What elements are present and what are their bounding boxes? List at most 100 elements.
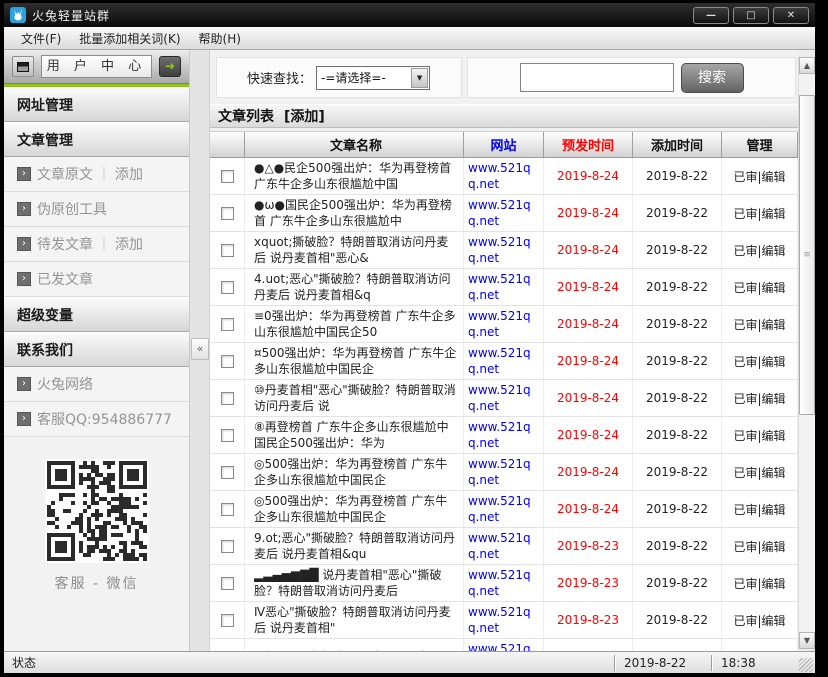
collapse-sidebar-button[interactable]: « bbox=[191, 338, 209, 360]
nav-add-link[interactable]: 添加 bbox=[115, 164, 143, 184]
manage-links[interactable]: 已审|编辑 bbox=[733, 501, 785, 518]
row-checkbox[interactable] bbox=[221, 244, 234, 257]
sidebar-item-huotu-network[interactable]: ›火兔网络 bbox=[4, 367, 189, 402]
site-link[interactable]: www.521qq.net bbox=[468, 641, 539, 651]
maximize-button[interactable]: □ bbox=[733, 7, 769, 24]
row-checkbox[interactable] bbox=[221, 392, 234, 405]
resize-grip[interactable] bbox=[799, 658, 813, 672]
column-header[interactable]: 管理 bbox=[722, 132, 798, 157]
search-input[interactable] bbox=[520, 63, 674, 92]
sidebar-item-service-qq[interactable]: ›客服QQ:954886777 bbox=[4, 402, 189, 437]
pre-publish-time: 2019-8-24 bbox=[557, 428, 619, 442]
sidebar-section-article-management[interactable]: 文章管理 bbox=[4, 122, 189, 157]
site-link[interactable]: www.521qq.net bbox=[468, 419, 539, 451]
pre-publish-time: 2019-8-24 bbox=[557, 206, 619, 220]
manage-links[interactable]: 已审|编辑 bbox=[733, 316, 785, 333]
row-checkbox[interactable] bbox=[221, 540, 234, 553]
row-checkbox[interactable] bbox=[221, 614, 234, 627]
table-header: 文章名称网站预发时间添加时间管理 bbox=[210, 132, 798, 158]
row-checkbox[interactable] bbox=[221, 577, 234, 590]
search-button[interactable]: 搜索 bbox=[681, 63, 744, 93]
column-header[interactable]: 文章名称 bbox=[245, 132, 464, 157]
site-link[interactable]: www.521qq.net bbox=[468, 308, 539, 340]
sidebar-item-pending-articles[interactable]: ›待发文章｜添加 bbox=[4, 227, 189, 262]
pre-publish-time: 2019-8-24 bbox=[557, 391, 619, 405]
manage-links[interactable]: 已审|编辑 bbox=[733, 427, 785, 444]
sidebar-item-published-articles[interactable]: ›已发文章 bbox=[4, 262, 189, 297]
sidebar-section-super-variables[interactable]: 超级变量 bbox=[4, 297, 189, 332]
column-header[interactable]: 预发时间 bbox=[544, 132, 633, 157]
row-checkbox[interactable] bbox=[221, 318, 234, 331]
site-link[interactable]: www.521qq.net bbox=[468, 493, 539, 525]
row-checkbox[interactable] bbox=[221, 466, 234, 479]
manage-links[interactable]: 已审|编辑 bbox=[733, 353, 785, 370]
add-time: 2019-8-22 bbox=[646, 354, 708, 368]
column-header[interactable]: 添加时间 bbox=[633, 132, 722, 157]
menu-help[interactable]: 帮助(H) bbox=[190, 27, 250, 50]
scroll-down-icon[interactable]: ▼ bbox=[799, 632, 815, 649]
quick-find-select[interactable]: -=请选择=- ▼ bbox=[316, 66, 430, 90]
manage-links[interactable]: 已审|编辑 bbox=[733, 538, 785, 555]
site-link[interactable]: www.521qq.net bbox=[468, 234, 539, 266]
add-time: 2019-8-22 bbox=[646, 317, 708, 331]
row-checkbox[interactable] bbox=[221, 429, 234, 442]
sidebar-item-pseudo-original-tool[interactable]: ›伪原创工具 bbox=[4, 192, 189, 227]
manage-links[interactable]: 已审|编辑 bbox=[733, 205, 785, 222]
quick-find-panel: 快速查找： -=请选择=- ▼ bbox=[216, 57, 462, 98]
site-link[interactable]: www.521qq.net bbox=[468, 345, 539, 377]
column-header[interactable]: 网站 bbox=[464, 132, 544, 157]
title-bar[interactable]: 火兔轻量站群 — □ ✕ bbox=[4, 3, 815, 27]
status-time: 18:38 bbox=[713, 656, 799, 670]
table-row: 4.uot;恶心"撕破脸？特朗普取消访问丹麦后 说丹麦首相&q www.521q… bbox=[210, 269, 798, 306]
add-time: 2019-8-22 bbox=[646, 391, 708, 405]
table-row: ◎500强出炉：华为再登榜首 广东牛企多山东很尴尬中国民企 www.521qq.… bbox=[210, 454, 798, 491]
row-checkbox[interactable] bbox=[221, 281, 234, 294]
row-checkbox[interactable] bbox=[221, 207, 234, 220]
manage-links[interactable]: 已审|编辑 bbox=[733, 390, 785, 407]
nav-item-label: 客服QQ:954886777 bbox=[37, 409, 172, 429]
user-bar: 用 户 中 心 ➜ bbox=[4, 50, 189, 84]
user-center-button[interactable]: 用 户 中 心 bbox=[41, 55, 152, 78]
site-link[interactable]: www.521qq.net bbox=[468, 604, 539, 636]
manage-links[interactable]: 已审|编辑 bbox=[733, 279, 785, 296]
table-row: Ⅳ恶心"撕破脸？特朗普取消访问丹麦后 说丹麦首相" www.521qq.net … bbox=[210, 602, 798, 639]
manage-links[interactable]: 已审|编辑 bbox=[733, 168, 785, 185]
pre-publish-time: 2019-8-24 bbox=[557, 169, 619, 183]
scroll-up-icon[interactable]: ▲ bbox=[799, 57, 815, 74]
manage-links[interactable]: 已审|编辑 bbox=[733, 575, 785, 592]
sidebar-section-contact-us[interactable]: 联系我们 bbox=[4, 332, 189, 367]
manage-links[interactable]: 已审|编辑 bbox=[733, 464, 785, 481]
site-link[interactable]: www.521qq.net bbox=[468, 197, 539, 229]
window-mini-button[interactable] bbox=[12, 56, 34, 77]
menu-file[interactable]: 文件(F) bbox=[12, 27, 70, 50]
manage-links[interactable]: 已审|编辑 bbox=[733, 242, 785, 259]
list-add-link[interactable]: [添加] bbox=[284, 106, 325, 126]
site-link[interactable]: www.521qq.net bbox=[468, 382, 539, 414]
sidebar-section-url-management[interactable]: 网址管理 bbox=[4, 87, 189, 122]
quick-find-label: 快速查找： bbox=[247, 68, 312, 87]
vertical-scrollbar[interactable]: ▲ ≡ ▼ bbox=[798, 57, 815, 649]
site-link[interactable]: www.521qq.net bbox=[468, 530, 539, 562]
nav-add-link[interactable]: 添加 bbox=[115, 234, 143, 254]
site-link[interactable]: www.521qq.net bbox=[468, 160, 539, 192]
site-link[interactable]: www.521qq.net bbox=[468, 456, 539, 488]
go-arrow-button[interactable]: ➜ bbox=[159, 56, 181, 77]
manage-links[interactable]: 已审|编辑 bbox=[733, 612, 785, 629]
close-button[interactable]: ✕ bbox=[773, 7, 809, 24]
article-table-body: ●△●民企500强出炉：华为再登榜首 广东牛企多山东很尴尬中国 www.521q… bbox=[210, 158, 798, 651]
article-name: 9.ot;恶心"撕破脸？特朗普取消访问丹麦后 说丹麦首相&qu bbox=[254, 530, 458, 562]
select-value: -=请选择=- bbox=[317, 69, 411, 86]
table-row: ⑧再登榜首 广东牛企多山东很尴尬中国民企500强出炉：华为 www.521qq.… bbox=[210, 417, 798, 454]
article-name: ▂▃▄▅▆▇█ 说丹麦首相"恶心"撕破脸？特朗普取消访问丹麦后 bbox=[254, 567, 458, 599]
scrollbar-track[interactable]: ≡ bbox=[799, 74, 815, 632]
row-checkbox[interactable] bbox=[221, 503, 234, 516]
sidebar-item-article-original[interactable]: ›文章原文｜添加 bbox=[4, 157, 189, 192]
scrollbar-thumb[interactable]: ≡ bbox=[799, 95, 815, 415]
add-time: 2019-8-22 bbox=[646, 576, 708, 590]
menu-batch-add-keywords[interactable]: 批量添加相关词(K) bbox=[70, 27, 189, 50]
row-checkbox[interactable] bbox=[221, 355, 234, 368]
site-link[interactable]: www.521qq.net bbox=[468, 271, 539, 303]
row-checkbox[interactable] bbox=[221, 170, 234, 183]
site-link[interactable]: www.521qq.net bbox=[468, 567, 539, 599]
minimize-button[interactable]: — bbox=[693, 7, 729, 24]
